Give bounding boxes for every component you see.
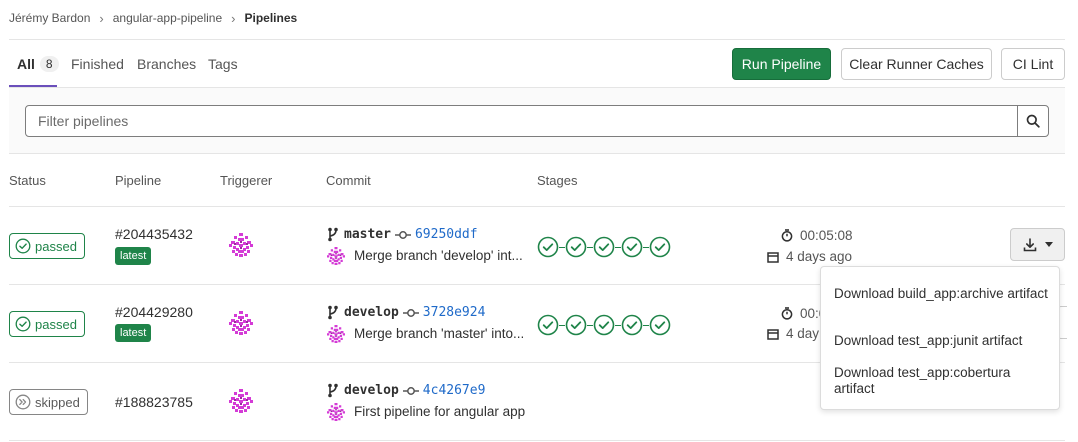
stage-passed-icon[interactable] [649, 314, 671, 336]
status-text: skipped [35, 394, 80, 410]
row-divider [9, 440, 1065, 441]
calendar-icon [767, 251, 779, 263]
commit-ref: master 69250ddf [327, 227, 478, 242]
commit-ref: develop 4c4267e9 [327, 383, 485, 398]
search-icon [1026, 114, 1040, 128]
stage-passed-icon[interactable] [621, 314, 643, 336]
run-pipeline-button[interactable]: Run Pipeline [732, 48, 831, 80]
column-header-stages: Stages [537, 173, 578, 188]
finished-text: 4 days ago [786, 249, 853, 264]
tab-tags[interactable]: Tags [208, 40, 238, 87]
commit-icon [394, 230, 411, 240]
check-circle-icon [15, 316, 31, 332]
row-divider [9, 206, 1065, 207]
download-test-app-cobertura-item[interactable]: Download test_app:cobertura artifact [834, 365, 1054, 397]
stage-passed-icon[interactable] [565, 236, 587, 258]
search-button[interactable] [1017, 105, 1049, 137]
ci-lint-button[interactable]: CI Lint [1001, 48, 1065, 80]
stage-passed-icon[interactable] [593, 236, 615, 258]
stage-passed-icon[interactable] [621, 236, 643, 258]
download-artifacts-button[interactable] [1010, 228, 1065, 261]
active-tab-indicator [9, 85, 57, 87]
status-text: passed [35, 238, 77, 254]
artifacts-dropdown-menu: Download build_app:archive artifact Down… [820, 266, 1060, 410]
pipeline-duration: 00:05:08 [781, 228, 853, 243]
status-badge-passed[interactable]: passed [9, 311, 85, 337]
tab-branches[interactable]: Branches [137, 40, 196, 87]
download-build-app-archive-item[interactable]: Download build_app:archive artifact [834, 286, 1054, 302]
column-header-pipeline: Pipeline [115, 173, 162, 188]
branch-link[interactable]: develop [344, 305, 399, 320]
commit-message-link[interactable]: First pipeline for angular app [354, 404, 525, 419]
stage-passed-icon[interactable] [649, 236, 671, 258]
triggerer-avatar[interactable] [229, 389, 253, 413]
breadcrumb-separator: › [231, 10, 236, 26]
commit-message-link[interactable]: Merge branch 'master' into... [354, 326, 524, 341]
commit-icon [402, 386, 419, 396]
column-header-commit: Commit [326, 173, 371, 188]
commit-author-avatar [327, 247, 345, 265]
branch-icon [327, 383, 339, 398]
timer-icon [781, 229, 793, 242]
commit-sha-link[interactable]: 3728e924 [423, 305, 486, 320]
stage-passed-icon[interactable] [593, 314, 615, 336]
commit-author-avatar [327, 325, 345, 343]
download-icon [1023, 237, 1036, 251]
breadcrumb-separator: › [99, 10, 104, 26]
latest-badge: latest [115, 324, 152, 342]
column-header-status: Status [9, 173, 46, 188]
pipeline-id-link[interactable]: #204429280 [115, 304, 193, 320]
pipeline-finished-at: 4 day [767, 326, 819, 341]
commit-message-link[interactable]: Merge branch 'develop' int... [354, 248, 523, 263]
commit-icon [402, 308, 419, 318]
breadcrumb-current[interactable]: Pipelines [244, 11, 297, 25]
finished-text: 4 day [786, 326, 820, 341]
stage-passed-icon[interactable] [537, 236, 559, 258]
pipeline-stages [537, 314, 671, 336]
triggerer-avatar[interactable] [229, 311, 253, 335]
commit-author-avatar [327, 403, 345, 421]
tab-all-count: 8 [39, 55, 59, 72]
check-circle-icon [15, 238, 31, 254]
calendar-icon [767, 328, 779, 340]
tab-finished[interactable]: Finished [71, 40, 124, 87]
filter-bar [9, 88, 1065, 154]
pipeline-finished-at: 4 days ago [767, 249, 852, 264]
clear-runner-caches-button[interactable]: Clear Runner Caches [841, 48, 992, 80]
stage-passed-icon[interactable] [537, 314, 559, 336]
breadcrumb-user[interactable]: Jérémy Bardon [9, 11, 90, 25]
pipeline-id-link[interactable]: #204435432 [115, 226, 193, 242]
filter-pipelines-input[interactable] [25, 105, 1018, 137]
triggerer-avatar[interactable] [229, 233, 253, 257]
status-text: passed [35, 316, 77, 332]
latest-badge: latest [115, 247, 152, 265]
pipeline-stages [537, 236, 671, 258]
status-badge-skipped[interactable]: skipped [9, 389, 88, 415]
breadcrumb-project[interactable]: angular-app-pipeline [113, 11, 222, 25]
commit-sha-link[interactable]: 4c4267e9 [423, 383, 486, 398]
commit-sha-link[interactable]: 69250ddf [415, 227, 478, 242]
commit-ref: develop 3728e924 [327, 305, 485, 320]
stage-passed-icon[interactable] [565, 314, 587, 336]
column-header-triggerer: Triggerer [220, 173, 273, 188]
branch-link[interactable]: master [344, 227, 391, 242]
breadcrumb: Jérémy Bardon › angular-app-pipeline › P… [9, 9, 297, 27]
download-test-app-junit-item[interactable]: Download test_app:junit artifact [834, 333, 1054, 349]
duration-text: 00:05:08 [800, 228, 853, 243]
tab-all-label: All [17, 55, 35, 72]
skipped-icon [15, 394, 31, 410]
branch-icon [327, 227, 339, 242]
chevron-down-icon [1044, 241, 1053, 247]
status-badge-passed[interactable]: passed [9, 233, 85, 259]
branch-icon [327, 305, 339, 320]
branch-link[interactable]: develop [344, 383, 399, 398]
timer-icon [781, 307, 793, 320]
pipeline-id-link[interactable]: #188823785 [115, 394, 193, 410]
tab-all[interactable]: All 8 [17, 40, 59, 87]
